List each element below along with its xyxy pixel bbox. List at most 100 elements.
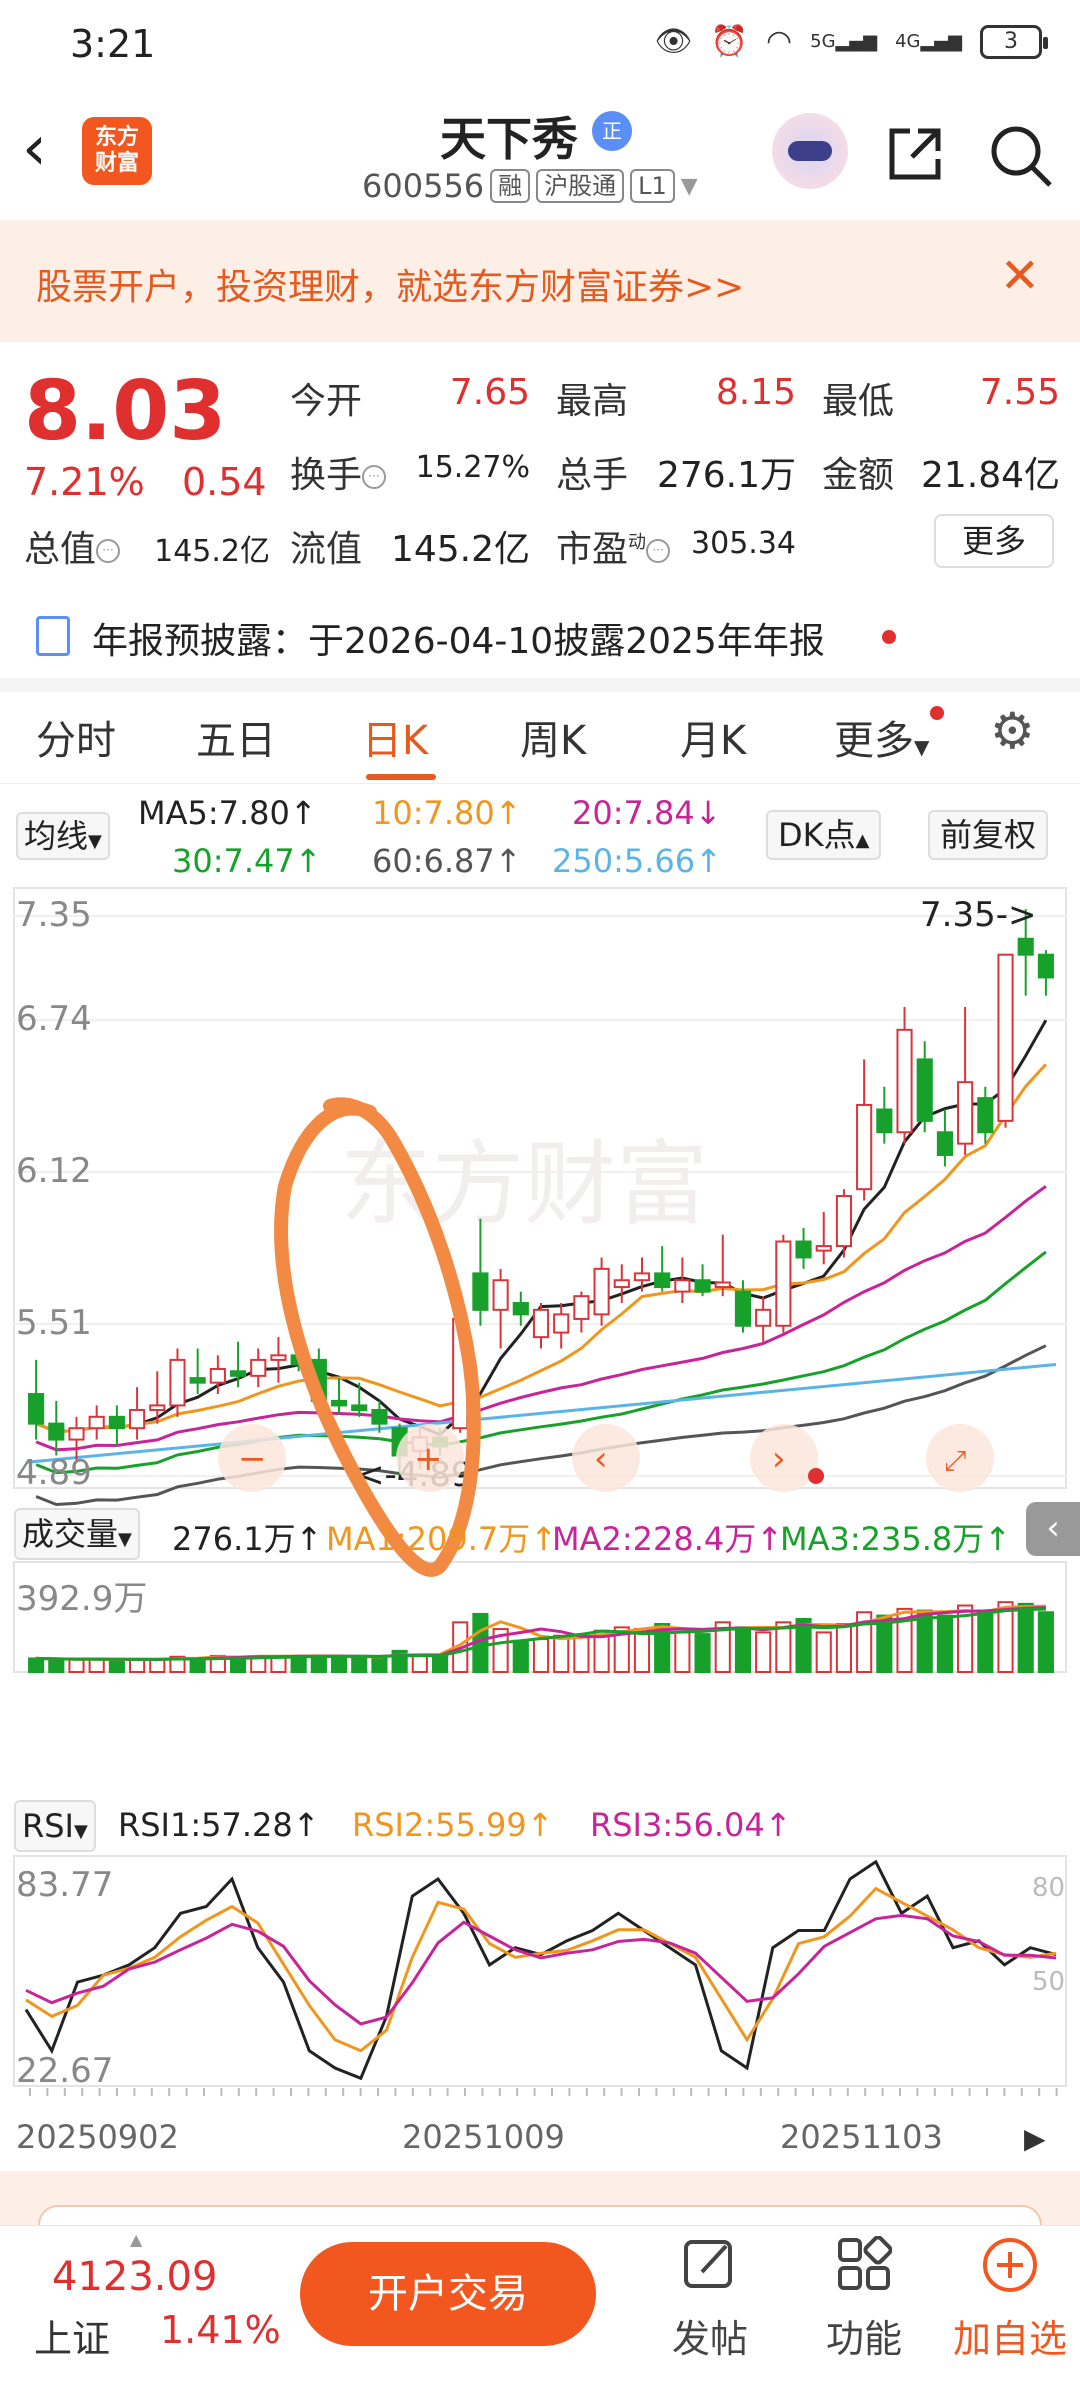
banner-text[interactable]: 股票开户，投资理财，就选东方财富证券>> [36, 258, 744, 310]
current-price: 8.03 [24, 364, 227, 459]
ma-selector-button[interactable]: 均线▼ [16, 812, 110, 860]
volume-ma1: MA1:209.7万↑ [326, 1520, 558, 1558]
stock-code: 600556 [362, 167, 485, 205]
prev-button[interactable]: ‹ [572, 1424, 640, 1492]
post-button[interactable]: 发帖 [640, 2236, 780, 2363]
y-label: 7.35 [16, 895, 92, 935]
volume-bar [755, 1631, 772, 1674]
ma10-line [35, 1063, 1048, 1434]
unread-dot [930, 706, 944, 720]
info-icon[interactable]: ··· [362, 465, 387, 489]
candle-body [68, 1427, 85, 1441]
expand-up-icon[interactable]: ▲ [130, 2230, 142, 2249]
candle-body [714, 1281, 731, 1289]
volume-bar [835, 1623, 853, 1673]
adjust-button[interactable]: 前复权 [928, 810, 1049, 860]
share-icon[interactable] [884, 123, 946, 198]
bottom-bar: ▲ 4123.09 上证 1.41% 开户交易 发帖 功能 加自选 [0, 2225, 1080, 2400]
status-time: 3:21 [70, 22, 156, 66]
candle-body [613, 1279, 630, 1289]
candle-body [472, 1272, 489, 1311]
candle-body [492, 1279, 509, 1311]
volume-bar [330, 1655, 348, 1674]
info-icon[interactable]: ··· [96, 539, 121, 563]
notice-row[interactable]: 年报预披露：于2026-04-10披露2025年年报 [0, 602, 1080, 678]
tab-five-day[interactable]: 五日 [196, 708, 276, 766]
tab-monthly-k[interactable]: 月K [680, 708, 746, 766]
candle-body [250, 1358, 267, 1377]
open-label: 今开 [290, 381, 363, 422]
caret-down-icon[interactable]: ▼ [681, 174, 698, 199]
back-icon[interactable]: ‹ [22, 117, 47, 179]
y-label: 6.74 [16, 999, 92, 1039]
turnover-value: 15.27% [415, 450, 530, 485]
rsi-top-label: 83.77 [16, 1865, 113, 1905]
collapse-panel-icon[interactable]: ‹ [1026, 1502, 1080, 1556]
index-change[interactable]: 1.41% [160, 2308, 281, 2352]
chart-area[interactable]: 东方财富 7.35 6.74 6.12 5.51 4.89 7.35-> <-4… [0, 886, 1080, 2171]
volume-bar [734, 1626, 752, 1673]
volume-bar [1037, 1611, 1054, 1673]
float-label: 流值 [290, 529, 363, 570]
dk-point-button[interactable]: DK点▲ [766, 810, 882, 860]
index-value[interactable]: 4123.09 [52, 2254, 217, 2300]
candle-body [169, 1358, 186, 1407]
level-tag[interactable]: L1 [630, 169, 675, 203]
status-bar: 3:21 👁 ⏰ ◠ 5G▂▄▆ 4G▂▄▆ 3 [0, 0, 1080, 95]
info-icon[interactable]: ··· [646, 539, 671, 563]
x-label: 20250902 [16, 2118, 179, 2156]
volume-bar [815, 1631, 832, 1674]
battery-icon: 3 [980, 24, 1048, 59]
gear-icon[interactable]: ⚙ [990, 702, 1035, 760]
volume-bar [694, 1633, 711, 1674]
add-watchlist-button[interactable]: 加自选 [940, 2236, 1080, 2363]
y-label: 6.12 [16, 1151, 92, 1191]
volume-bar [149, 1658, 166, 1674]
document-icon [36, 616, 70, 656]
search-icon[interactable] [988, 123, 1054, 202]
amount-label: 金额 [822, 455, 895, 496]
tab-more[interactable]: 更多▼ [834, 708, 929, 766]
promo-banner[interactable]: 股票开户，投资理财，就选东方财富证券>> ✕ [0, 220, 1080, 342]
candle-body [593, 1267, 610, 1316]
volume-bar [351, 1656, 368, 1673]
functions-button[interactable]: 功能 [794, 2235, 934, 2363]
next-button[interactable]: › [750, 1424, 824, 1492]
zoom-in-button[interactable]: + [396, 1424, 464, 1492]
notice-text[interactable]: 年报预披露：于2026-04-10披露2025年年报 [92, 612, 825, 664]
tab-intraday[interactable]: 分时 [36, 708, 116, 766]
candle-body [775, 1240, 792, 1327]
scroll-right-icon[interactable]: ▶ [1024, 2122, 1046, 2155]
app-logo[interactable]: 东方 财富 [82, 117, 152, 185]
volume-bar [108, 1659, 125, 1674]
candle-body [512, 1301, 529, 1316]
fullscreen-button[interactable]: ⤢ [926, 1424, 994, 1492]
volume-value: 276.1万 [656, 455, 796, 496]
close-icon[interactable]: ✕ [1000, 248, 1040, 304]
stock-header: ‹ 东方 财富 天下秀 正 600556 融 沪股通 L1 ▼ [0, 95, 1080, 220]
more-button[interactable]: 更多 [934, 514, 1054, 568]
candle-body [835, 1195, 853, 1248]
volume-selector-button[interactable]: 成交量▼ [14, 1508, 140, 1560]
rsi-selector-button[interactable]: RSI▼ [14, 1800, 96, 1852]
turnover-label: 换手 ··· [290, 446, 387, 498]
zoom-out-button[interactable]: − [218, 1424, 286, 1492]
index-name[interactable]: 上证 [34, 2308, 110, 2363]
stock-name: 天下秀 [440, 112, 578, 166]
tab-weekly-k[interactable]: 周K [520, 708, 586, 766]
candle-body [916, 1058, 933, 1122]
ma5-value: MA5:7.80↑ [138, 794, 317, 832]
svg-text:+: + [414, 1439, 443, 1479]
candle-body [88, 1415, 105, 1430]
volume-bar [48, 1658, 65, 1674]
open-account-trade-button[interactable]: 开户交易 [300, 2242, 596, 2346]
candle-body [189, 1377, 206, 1384]
tab-daily-k[interactable]: 日K [362, 708, 428, 766]
volume-bar [674, 1631, 691, 1674]
open-value: 7.65 [449, 372, 530, 413]
candle-body [936, 1131, 953, 1157]
tab-active-indicator [366, 774, 436, 780]
low-label: 最低 [822, 381, 895, 422]
stock-code-row: 600556 融 沪股通 L1 ▼ [362, 167, 698, 205]
assistant-robot-icon[interactable] [772, 113, 848, 189]
